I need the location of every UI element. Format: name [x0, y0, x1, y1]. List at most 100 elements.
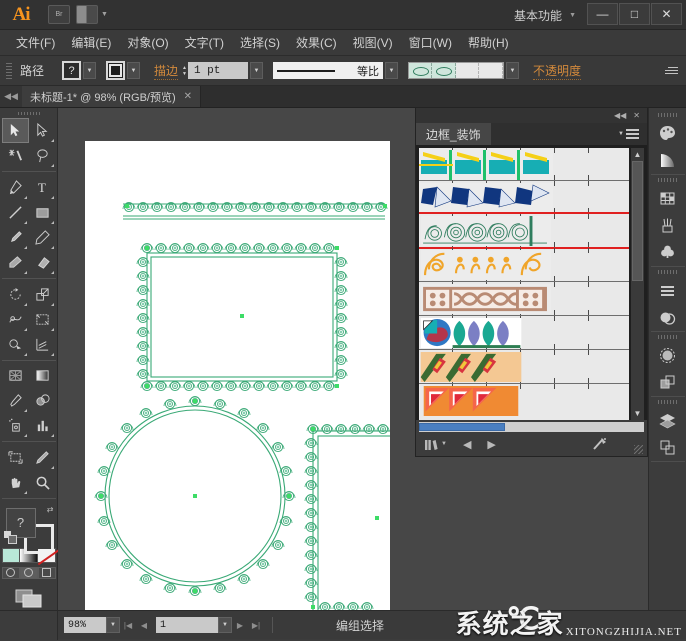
stroke-profile-select[interactable]: 等比 [272, 62, 383, 79]
drag-grip-icon[interactable] [657, 270, 678, 274]
none-swatch-button[interactable] [37, 549, 55, 562]
chevron-down-icon[interactable]: ▼ [127, 62, 141, 79]
stepper-down-icon[interactable]: ▼ [182, 71, 187, 77]
paintbrush-tool[interactable] [2, 225, 29, 250]
normal-screen-mode-button[interactable] [1, 566, 20, 579]
swatch-row[interactable] [419, 181, 629, 214]
blend-tool[interactable] [29, 388, 56, 413]
opacity-label[interactable]: 不透明度 [532, 62, 581, 80]
resize-grip-icon[interactable] [634, 445, 643, 454]
zoom-level-input[interactable]: 98% [64, 617, 106, 633]
shape-builder-tool[interactable] [2, 332, 29, 357]
artboard-tool[interactable] [2, 445, 29, 470]
brushes-panel-icon[interactable] [653, 212, 683, 239]
perspective-grid-tool[interactable] [29, 332, 56, 357]
scroll-up-icon[interactable]: ▲ [634, 148, 642, 161]
eraser-tool[interactable] [29, 250, 56, 275]
chevron-down-icon[interactable]: ▼ [384, 62, 398, 79]
artboards-panel-icon[interactable] [653, 434, 683, 461]
workspace-switcher[interactable]: 基本功能 ▼ [514, 0, 576, 30]
control-bar-menu-icon[interactable] [665, 67, 678, 74]
fill-color-swatch[interactable]: ? [62, 61, 82, 80]
full-screen-mode-button[interactable] [37, 566, 56, 579]
arrange-documents-button[interactable] [76, 5, 98, 24]
color-panel-icon[interactable] [653, 120, 683, 147]
slice-tool[interactable] [29, 445, 56, 470]
pencil-tool[interactable] [29, 225, 56, 250]
chevron-down-icon[interactable]: ▼ [101, 11, 108, 18]
stroke-weight-label[interactable]: 描边 [154, 62, 179, 80]
collapse-panel-icon[interactable]: ◀◀ [0, 86, 22, 107]
symbol-sprayer-tool[interactable] [2, 413, 29, 438]
menu-select[interactable]: 选择(S) [232, 30, 288, 56]
load-next-library-button[interactable]: ▶ [487, 438, 495, 451]
chevron-down-icon[interactable]: ▼ [218, 617, 232, 633]
free-transform-tool[interactable] [29, 307, 56, 332]
mesh-tool[interactable] [2, 363, 29, 388]
change-screen-mode-button[interactable] [2, 587, 56, 610]
close-button[interactable]: ✕ [651, 3, 682, 25]
drag-grip-icon[interactable] [657, 335, 678, 339]
artboard-number-input[interactable]: 1 [156, 617, 218, 633]
menu-help[interactable]: 帮助(H) [460, 30, 517, 56]
last-artboard-button[interactable]: ▶| [248, 617, 264, 633]
scale-tool[interactable] [29, 282, 56, 307]
first-artboard-button[interactable]: |◀ [120, 617, 136, 633]
column-graph-tool[interactable] [29, 413, 56, 438]
magic-wand-tool[interactable] [2, 143, 29, 168]
pathfinder-panel-icon[interactable] [653, 369, 683, 396]
panel-tab-border-decoration[interactable]: 边框_装饰 [416, 123, 491, 145]
green-diagonal-stripe-pattern[interactable] [419, 352, 523, 382]
rotate-tool[interactable] [2, 282, 29, 307]
artboard[interactable] [85, 141, 444, 610]
orange-filigree-pattern[interactable] [419, 250, 553, 280]
document-tab[interactable]: 未标题-1* @ 98% (RGB/预览) ✕ [22, 86, 202, 107]
width-tool[interactable] [2, 307, 29, 332]
lasso-tool[interactable] [29, 143, 56, 168]
bridge-button[interactable]: Br [48, 5, 70, 24]
menu-type[interactable]: 文字(T) [177, 30, 232, 56]
teal-yellow-stripe-pattern[interactable] [419, 150, 553, 180]
pattern-swatch-list[interactable] [419, 148, 629, 420]
appearance-panel-icon[interactable] [653, 342, 683, 369]
direct-selection-tool[interactable] [29, 118, 56, 143]
swatch-row[interactable] [419, 212, 629, 249]
line-segment-tool[interactable] [2, 200, 29, 225]
type-tool[interactable]: T [29, 175, 56, 200]
pen-tool[interactable] [2, 175, 29, 200]
load-previous-library-button[interactable]: ◀ [463, 438, 471, 451]
selection-tool[interactable] [1, 118, 29, 144]
teal-violet-leaf-pattern[interactable] [419, 318, 523, 348]
rectangle-tool[interactable] [29, 200, 56, 225]
brush-definition-select[interactable] [407, 62, 504, 79]
stroke-weight-stepper[interactable]: ▲ ▼ [182, 65, 187, 77]
collapse-icon[interactable]: ◀◀ [614, 111, 626, 120]
color-swatch-button[interactable] [2, 549, 21, 562]
close-icon[interactable]: ✕ [633, 111, 640, 120]
swatch-row[interactable] [419, 316, 629, 350]
gradient-panel-icon[interactable] [653, 147, 683, 174]
delete-swatch-button[interactable] [592, 437, 607, 451]
chevron-down-icon[interactable]: ▼ [249, 62, 263, 79]
stroke-color-swatch[interactable] [106, 61, 126, 80]
hand-tool[interactable] [2, 470, 29, 495]
chevron-down-icon[interactable]: ▼ [83, 62, 97, 79]
panel-vertical-scrollbar[interactable]: ▲ ▼ [631, 148, 644, 420]
menu-edit[interactable]: 编辑(E) [63, 30, 119, 56]
menu-object[interactable]: 对象(O) [119, 30, 176, 56]
panel-menu-icon[interactable]: ▼ [618, 129, 639, 139]
swatch-row[interactable] [419, 282, 629, 316]
zoom-tool[interactable] [29, 470, 56, 495]
next-artboard-button[interactable]: ▶ [232, 617, 248, 633]
swatch-row[interactable] [419, 148, 629, 181]
menu-effect[interactable]: 效果(C) [288, 30, 345, 56]
orange-triangle-quilt-pattern[interactable] [419, 386, 523, 416]
brown-braid-rope-pattern[interactable] [419, 284, 553, 314]
swatch-row[interactable] [419, 384, 629, 420]
drag-grip-icon[interactable] [17, 112, 40, 116]
swap-fill-stroke-icon[interactable]: ⇄ [47, 505, 54, 514]
scrollbar-thumb[interactable] [632, 161, 643, 281]
scrollbar-thumb[interactable] [419, 423, 505, 431]
menu-file[interactable]: 文件(F) [8, 30, 63, 56]
drag-grip-icon[interactable] [657, 400, 678, 404]
